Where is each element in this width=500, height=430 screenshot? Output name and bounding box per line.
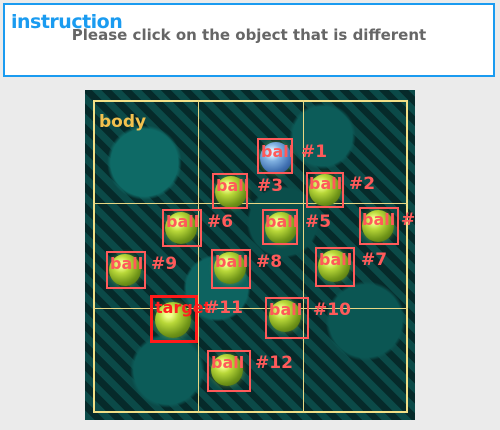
object-number-5: #5 bbox=[305, 212, 332, 232]
bbox-label-10: ball bbox=[269, 300, 303, 319]
bbox-label-2: ball bbox=[309, 174, 343, 193]
object-number-11: #11 bbox=[205, 298, 243, 318]
body-region-label: body bbox=[99, 112, 147, 132]
bbox-label-7: ball bbox=[319, 250, 353, 269]
object-number-10: #10 bbox=[313, 300, 351, 320]
bbox-label-1: ball bbox=[261, 142, 295, 161]
object-number-7: #7 bbox=[361, 250, 388, 270]
grid-line-horizontal bbox=[93, 308, 408, 309]
bbox-label-3: ball bbox=[216, 176, 250, 195]
instruction-panel: instruction Please click on the object t… bbox=[3, 3, 495, 77]
grid-line-vertical bbox=[198, 100, 199, 413]
game-board[interactable]: body ball #1 ball #2 ball #3 ball #4 bal… bbox=[85, 90, 415, 420]
bbox-label-5: ball bbox=[265, 212, 299, 231]
bbox-label-8: ball bbox=[215, 252, 249, 271]
bbox-label-11: target bbox=[155, 298, 212, 317]
bbox-label-6: ball bbox=[166, 212, 200, 231]
object-number-3: #3 bbox=[257, 176, 284, 196]
bbox-label-12: ball bbox=[211, 353, 245, 372]
object-number-1: #1 bbox=[301, 142, 328, 162]
object-number-12: #12 bbox=[255, 353, 293, 373]
object-number-8: #8 bbox=[256, 252, 283, 272]
object-number-6: #6 bbox=[207, 212, 234, 232]
instruction-text: Please click on the object that is diffe… bbox=[71, 26, 427, 44]
bbox-label-4: ball bbox=[362, 210, 396, 229]
object-number-4: #4 bbox=[401, 210, 415, 230]
grid-line-horizontal bbox=[93, 203, 408, 204]
object-number-2: #2 bbox=[349, 174, 376, 194]
bbox-label-9: ball bbox=[110, 254, 144, 273]
object-number-9: #9 bbox=[151, 254, 178, 274]
